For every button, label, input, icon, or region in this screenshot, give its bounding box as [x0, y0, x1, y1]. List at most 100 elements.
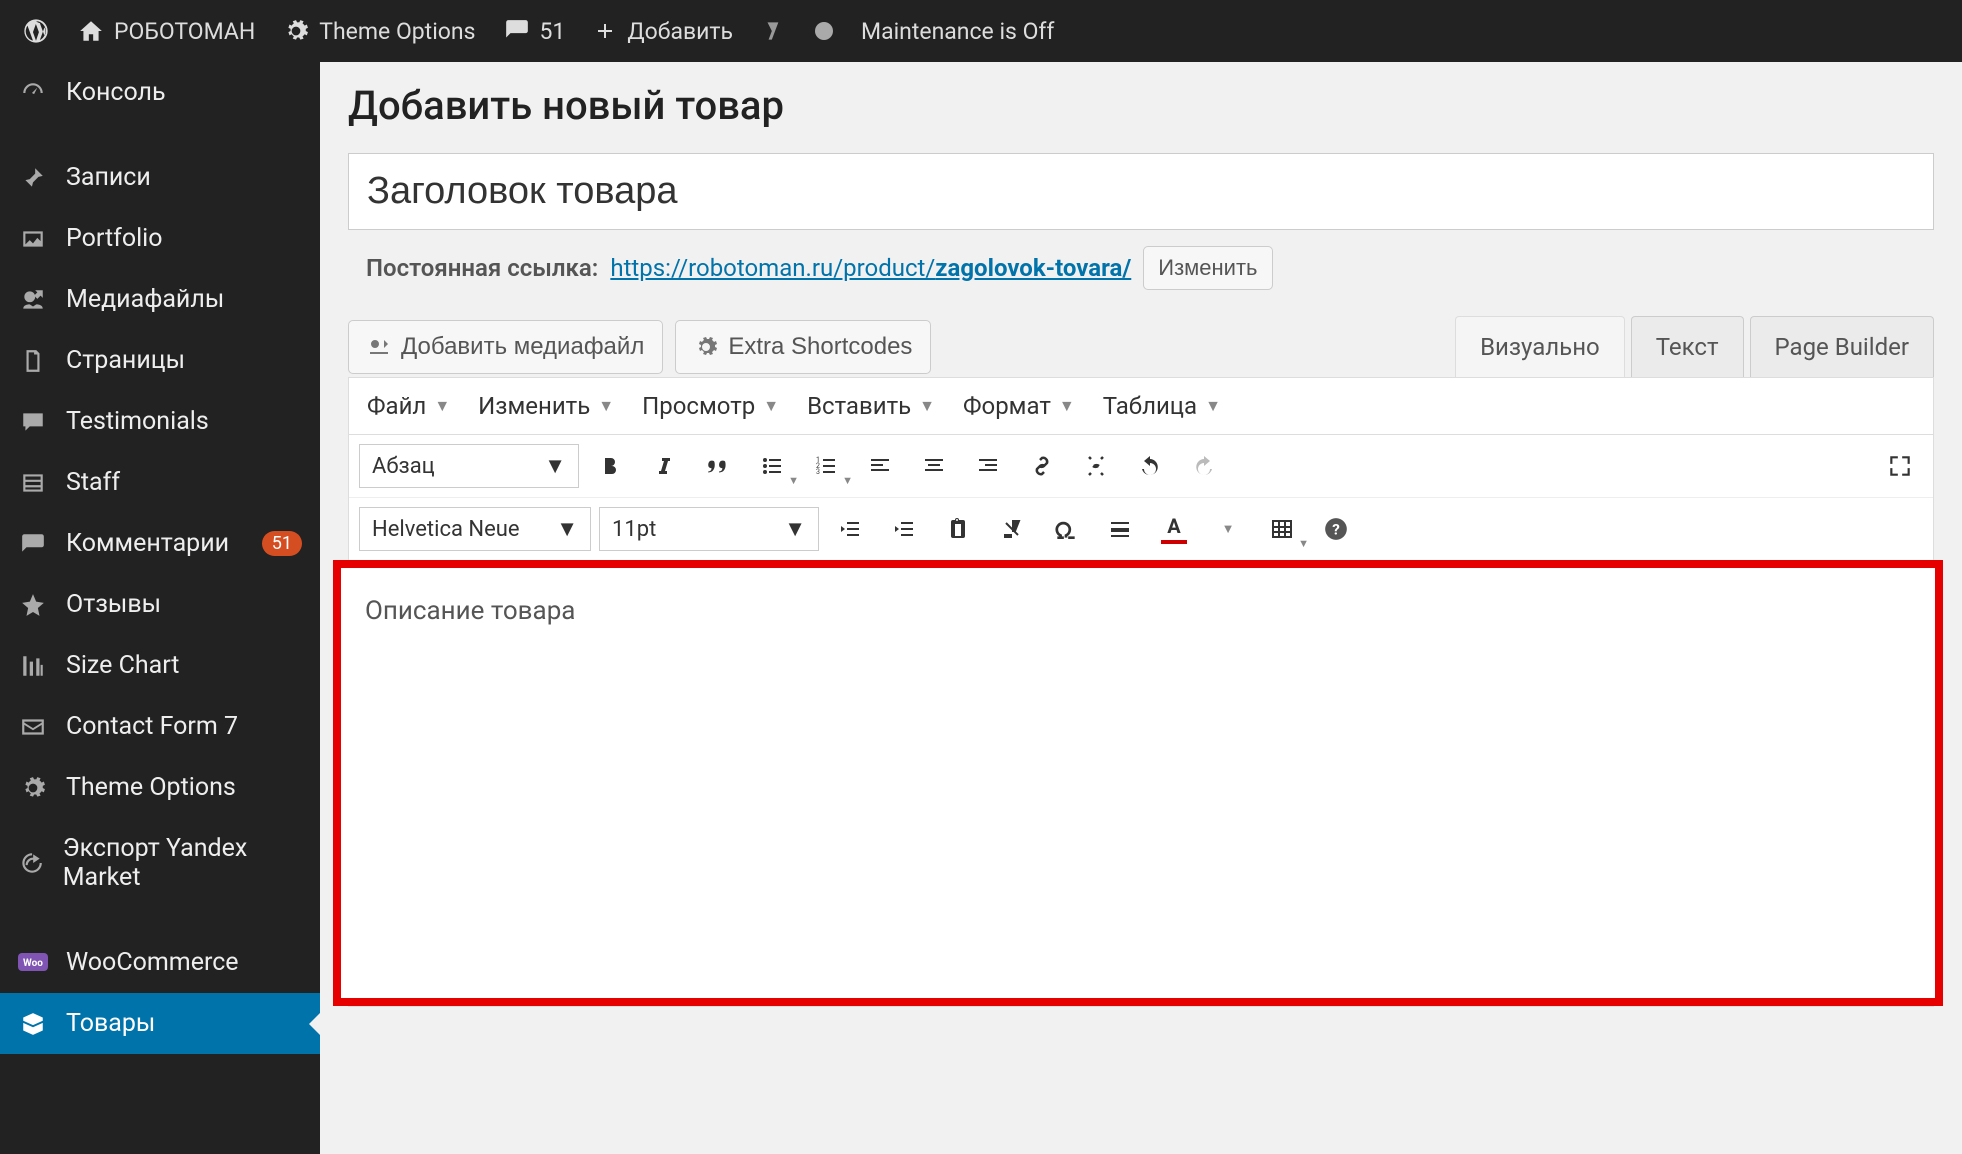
media-icon: [18, 287, 48, 313]
text-color-button[interactable]: A: [1151, 506, 1197, 552]
unlink-button[interactable]: [1073, 443, 1119, 489]
tab-visual[interactable]: Визуально: [1455, 316, 1625, 377]
permalink-url[interactable]: https://robotoman.ru/product/zagolovok-t…: [610, 254, 1131, 282]
editor-content-area[interactable]: Описание товара: [341, 568, 1935, 998]
sidebar-item-woocommerce[interactable]: Woo WooCommerce: [0, 932, 320, 993]
comments-count: 51: [540, 18, 566, 45]
theme-options-link[interactable]: Theme Options: [269, 0, 489, 62]
indent-button[interactable]: [881, 506, 927, 552]
menu-edit[interactable]: Изменить▼: [478, 392, 614, 420]
chevron-down-icon: ▼: [598, 396, 614, 416]
undo-button[interactable]: [1127, 443, 1173, 489]
page-title: Добавить новый товар: [348, 82, 1934, 129]
sidebar-item-label: Консоль: [66, 78, 166, 107]
italic-button[interactable]: [641, 443, 687, 489]
alignleft-button[interactable]: [857, 443, 903, 489]
menu-insert[interactable]: Вставить▼: [807, 392, 935, 420]
hr-button[interactable]: [1097, 506, 1143, 552]
site-name-link[interactable]: РОБОТОМАН: [64, 0, 269, 62]
menu-table[interactable]: Таблица▼: [1103, 392, 1221, 420]
wp-logo[interactable]: [8, 0, 64, 62]
page-icon: [18, 348, 48, 374]
chevron-down-icon: ▼: [1059, 396, 1075, 416]
alignright-button[interactable]: [965, 443, 1011, 489]
sidebar-item-themeoptions[interactable]: Theme Options: [0, 757, 320, 818]
add-media-button[interactable]: Добавить медиафайл: [348, 320, 663, 374]
editor-content-highlight: Описание товара: [333, 560, 1943, 1006]
site-name: РОБОТОМАН: [114, 18, 255, 45]
help-button[interactable]: ?: [1313, 506, 1359, 552]
sidebar-item-products[interactable]: Товары: [0, 993, 320, 1054]
redo-button[interactable]: [1181, 443, 1227, 489]
font-size-select[interactable]: 11pt▼: [599, 507, 819, 551]
sidebar-item-staff[interactable]: Staff: [0, 452, 320, 513]
theme-options-label: Theme Options: [319, 18, 475, 45]
sidebar-item-portfolio[interactable]: Portfolio: [0, 208, 320, 269]
outdent-button[interactable]: [827, 506, 873, 552]
wordpress-icon: [22, 17, 50, 45]
comments-link[interactable]: 51: [490, 0, 580, 62]
svg-text:3: 3: [816, 468, 820, 476]
special-char-button[interactable]: [1043, 506, 1089, 552]
aligncenter-button[interactable]: [911, 443, 957, 489]
menu-view[interactable]: Просмотр▼: [642, 392, 779, 420]
editor-container: Файл▼ Изменить▼ Просмотр▼ Вставить▼ Форм…: [348, 377, 1934, 1007]
editor-menubar: Файл▼ Изменить▼ Просмотр▼ Вставить▼ Форм…: [349, 378, 1933, 435]
plus-icon: [593, 19, 617, 43]
extra-shortcodes-button[interactable]: Extra Shortcodes: [675, 320, 931, 374]
envelope-icon: [18, 714, 48, 740]
sidebar-item-pages[interactable]: Страницы: [0, 330, 320, 391]
sidebar-item-media[interactable]: Медиафайлы: [0, 269, 320, 330]
testimonial-icon: [18, 409, 48, 435]
chevron-down-icon: ▼: [1222, 521, 1235, 537]
fullscreen-button[interactable]: [1877, 443, 1923, 489]
status-dot-link[interactable]: [801, 0, 847, 62]
chevron-down-icon: ▼: [784, 516, 806, 542]
sidebar-item-console[interactable]: Консоль: [0, 62, 320, 123]
chevron-down-icon: ▼: [434, 396, 450, 416]
editor-header: Добавить медиафайл Extra Shortcodes Визу…: [348, 316, 1934, 377]
sidebar-item-sizechart[interactable]: Size Chart: [0, 635, 320, 696]
yoast-link[interactable]: [747, 0, 801, 62]
sidebar-item-label: Страницы: [66, 346, 185, 375]
dashboard-icon: [18, 80, 48, 106]
sidebar-item-reviews[interactable]: Отзывы: [0, 574, 320, 635]
chevron-down-icon: ▼: [1298, 537, 1309, 550]
maintenance-link[interactable]: Maintenance is Off: [847, 0, 1068, 62]
blockquote-button[interactable]: [695, 443, 741, 489]
media-icon: [367, 335, 391, 359]
tab-pagebuilder[interactable]: Page Builder: [1750, 316, 1934, 377]
table-button[interactable]: ▼: [1259, 506, 1305, 552]
bold-button[interactable]: [587, 443, 633, 489]
clear-format-button[interactable]: [989, 506, 1035, 552]
menu-file[interactable]: Файл▼: [367, 392, 450, 420]
add-media-label: Добавить медиафайл: [401, 333, 644, 361]
permalink-edit-button[interactable]: Изменить: [1143, 246, 1272, 290]
sidebar-item-yandex-export[interactable]: Экспорт Yandex Market: [0, 818, 320, 908]
editor-content-text: Описание товара: [365, 596, 575, 626]
maintenance-label: Maintenance is Off: [861, 18, 1054, 45]
product-title-input[interactable]: [348, 153, 1934, 230]
sidebar-item-testimonials[interactable]: Testimonials: [0, 391, 320, 452]
sidebar-item-contactform[interactable]: Contact Form 7: [0, 696, 320, 757]
menu-format[interactable]: Формат▼: [963, 392, 1075, 420]
paste-button[interactable]: [935, 506, 981, 552]
sidebar-item-label: Записи: [66, 163, 151, 192]
tab-text[interactable]: Текст: [1631, 316, 1744, 377]
add-new-link[interactable]: Добавить: [579, 0, 747, 62]
text-color-picker[interactable]: ▼: [1205, 506, 1251, 552]
bullist-button[interactable]: ▼: [749, 443, 795, 489]
link-button[interactable]: [1019, 443, 1065, 489]
editor-tabs: Визуально Текст Page Builder: [1449, 316, 1934, 377]
sidebar-item-posts[interactable]: Записи: [0, 147, 320, 208]
sidebar-item-label: Комментарии: [66, 529, 229, 558]
font-family-select[interactable]: Helvetica Neue▼: [359, 507, 591, 551]
sidebar-item-label: Size Chart: [66, 651, 180, 680]
format-select[interactable]: Абзац▼: [359, 444, 579, 488]
admin-sidebar: Консоль Записи Portfolio Медиафайлы Стра…: [0, 62, 320, 1154]
chevron-down-icon: ▼: [919, 396, 935, 416]
numlist-button[interactable]: 123▼: [803, 443, 849, 489]
star-icon: [18, 592, 48, 618]
chevron-down-icon: ▼: [763, 396, 779, 416]
sidebar-item-comments[interactable]: Комментарии 51: [0, 513, 320, 574]
